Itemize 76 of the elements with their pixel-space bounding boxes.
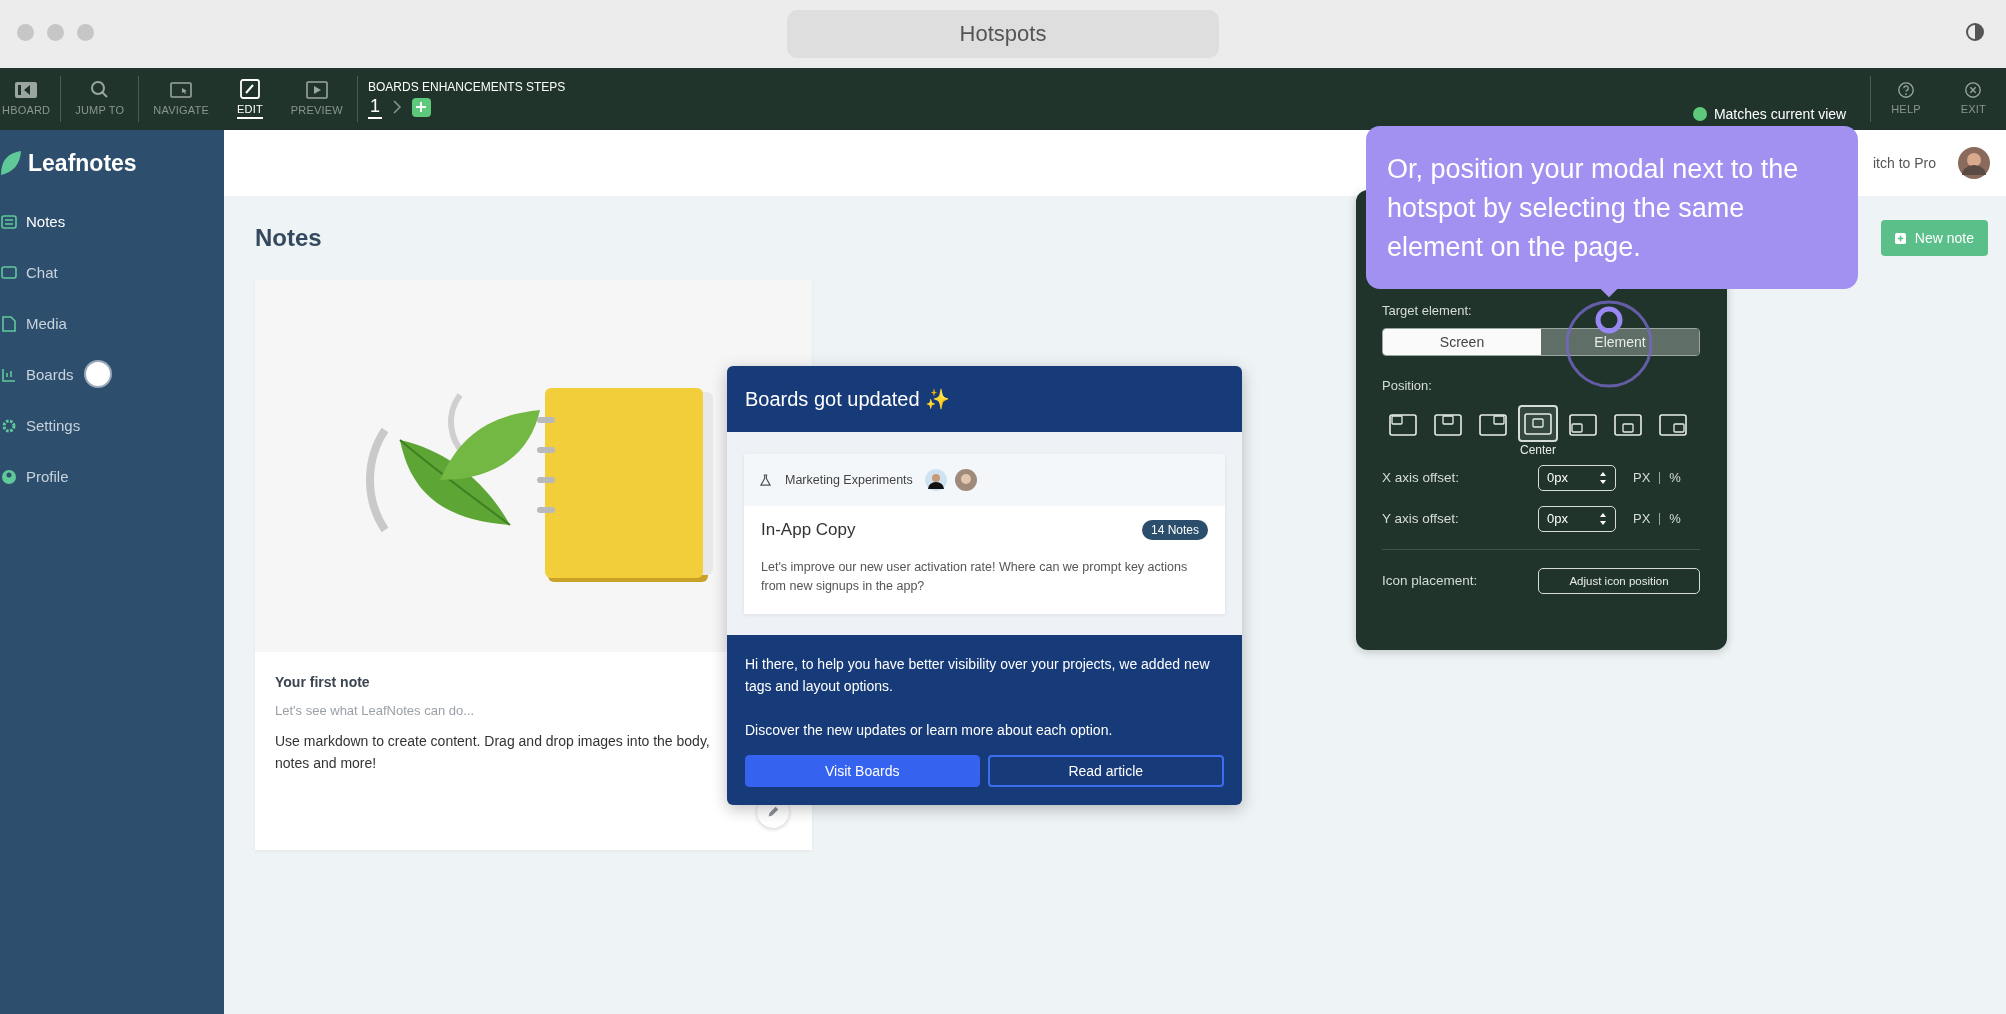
visit-boards-button[interactable]: Visit Boards: [745, 755, 980, 787]
settings-icon: [1, 417, 17, 434]
toolbar-button[interactable]: HBOARD: [0, 80, 61, 118]
note-subtitle: Let's see what LeafNotes can do...: [275, 703, 475, 718]
sidebar-item[interactable]: Chat: [0, 247, 224, 298]
play-icon: [304, 80, 329, 100]
field-label: Position:: [1382, 378, 1433, 393]
chat-icon: [1, 264, 17, 281]
spinner-icon[interactable]: [1599, 511, 1607, 526]
spinner-icon[interactable]: [1599, 470, 1607, 485]
note-body-line: notes and more!: [275, 754, 377, 773]
layout-icon: [1524, 412, 1552, 435]
page-title: Notes: [255, 224, 322, 252]
edit-icon: [237, 79, 262, 99]
sidebar-item[interactable]: Notes: [0, 196, 224, 247]
chevron-right-icon: [391, 99, 402, 115]
leaf-icon: [0, 150, 22, 176]
plus-icon: [1894, 232, 1906, 244]
layout-icon: [1434, 414, 1462, 436]
sidebar-item[interactable]: Media: [0, 298, 224, 349]
hotspot-ring-icon[interactable]: [1564, 299, 1654, 389]
read-article-button[interactable]: Read article: [987, 755, 1224, 787]
unit-toggle[interactable]: %: [1664, 470, 1686, 485]
layout-icon: [1659, 414, 1687, 436]
layout-icon: [1389, 414, 1417, 436]
layout-icon: [1569, 414, 1597, 436]
avatar: [954, 469, 977, 491]
toolbar-button[interactable]: PREVIEW: [276, 80, 357, 118]
contrast-icon[interactable]: [1965, 22, 1985, 42]
layout-icon: [1614, 414, 1642, 436]
layout-icon: [1479, 414, 1507, 436]
position-option[interactable]: [1518, 405, 1558, 442]
position-label: Center: [1520, 443, 1556, 457]
toolbar-button[interactable]: EDIT: [222, 79, 277, 119]
unit-toggle[interactable]: PX: [1628, 470, 1656, 485]
plus-icon: [415, 101, 428, 113]
field-label: X axis offset:: [1382, 470, 1461, 485]
avatar[interactable]: [1958, 147, 1990, 179]
field-label: Icon placement:: [1382, 573, 1479, 588]
help-button[interactable]: HELP: [1871, 81, 1941, 117]
note-title: Your first note: [275, 674, 370, 690]
toolbar-button[interactable]: NAVIGATE: [139, 80, 223, 118]
list-icon: [1, 213, 17, 230]
offset-input[interactable]: 0px: [1538, 464, 1616, 491]
brand-name: Leafnotes: [28, 149, 137, 177]
cursor-icon: [169, 80, 194, 100]
unit-toggle[interactable]: PX: [1628, 511, 1656, 526]
notes-count-badge: 14 Notes: [1141, 520, 1208, 540]
add-step-button[interactable]: [411, 97, 431, 117]
flask-icon: [760, 473, 771, 487]
flow-title: BOARDS ENHANCEMENTS STEPS: [367, 79, 566, 94]
tooltip: Or, position your modal next to the hotspot by selecting the same element on the page.: [1366, 126, 1858, 289]
status-label: Matches current view: [1713, 106, 1847, 122]
hotspot-marker[interactable]: [86, 362, 110, 386]
note-body-line: Use markdown to create content. Drag and drop images into the body,: [275, 732, 710, 751]
window-title: Hotspots: [787, 10, 1219, 58]
sidebar-item[interactable]: Boards: [0, 349, 224, 400]
toolbar-button[interactable]: JUMP TO: [61, 80, 139, 118]
adjust-icon-button[interactable]: Adjust icon position: [1538, 567, 1700, 594]
upgrade-link[interactable]: itch to Pro: [1872, 155, 1936, 171]
help-icon: [1896, 81, 1915, 99]
segment-tab[interactable]: Element: [1541, 329, 1699, 355]
close-icon: [1964, 81, 1983, 99]
avatar: [924, 469, 947, 491]
segment-tab[interactable]: Screen: [1383, 329, 1541, 355]
dashboard-icon: [14, 80, 39, 100]
sidebar-item[interactable]: Settings: [0, 400, 224, 451]
field-label: Target element:: [1382, 303, 1473, 318]
field-label: Y axis offset:: [1382, 511, 1460, 526]
offset-input[interactable]: 0px: [1538, 505, 1616, 532]
exit-button[interactable]: EXIT: [1940, 81, 2006, 117]
step-tab[interactable]: 1: [367, 95, 382, 119]
file-icon: [1, 315, 17, 332]
unit-toggle[interactable]: %: [1664, 511, 1686, 526]
sidebar-item[interactable]: Profile: [0, 451, 224, 502]
chart-icon: [1, 366, 17, 383]
